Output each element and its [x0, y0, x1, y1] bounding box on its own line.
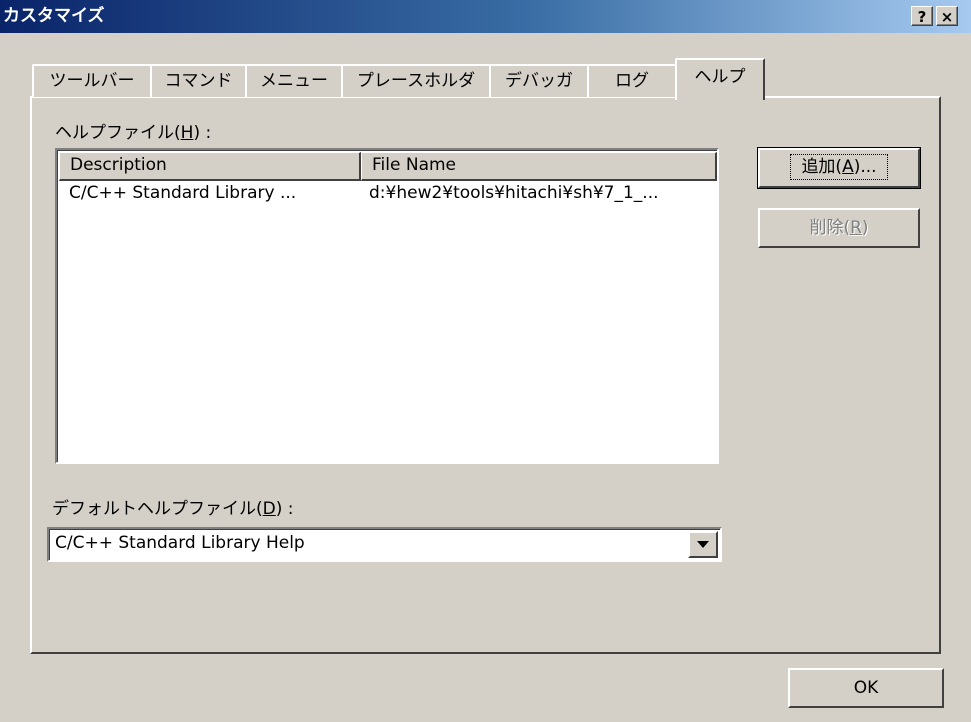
help-files-list[interactable]: Description File Name C/C++ Standard Lib…: [55, 148, 719, 464]
help-files-label: ヘルプファイル(H) :: [55, 123, 212, 143]
tab-debugger[interactable]: デバッガ: [489, 64, 589, 97]
ok-button[interactable]: OK: [788, 668, 944, 708]
close-button[interactable]: ×: [936, 6, 958, 26]
column-description[interactable]: Description: [59, 152, 361, 181]
cell-description: C/C++ Standard Library ...: [69, 183, 297, 203]
cell-file-name: d:¥hew2¥tools¥hitachi¥sh¥7_1_...: [369, 183, 659, 203]
list-header: Description File Name: [59, 152, 717, 181]
tab-help[interactable]: ヘルプ: [675, 58, 765, 100]
tab-log[interactable]: ログ: [587, 64, 677, 97]
tab-toolbar[interactable]: ツールバー: [32, 64, 152, 97]
help-button[interactable]: ?: [911, 6, 933, 26]
window-title: カスタマイズ: [3, 6, 105, 26]
default-help-select[interactable]: C/C++ Standard Library Help: [47, 527, 722, 562]
dropdown-arrow-icon[interactable]: [688, 531, 718, 558]
tab-placeholder[interactable]: プレースホルダ: [341, 64, 491, 97]
default-help-label: デフォルトヘルプファイル(D) :: [52, 499, 294, 519]
tab-menu[interactable]: メニュー: [245, 64, 343, 97]
add-button[interactable]: 追加(A)...: [757, 147, 921, 189]
title-bar: カスタマイズ ? ×: [0, 0, 971, 33]
list-item[interactable]: C/C++ Standard Library ... d:¥hew2¥tools…: [59, 182, 709, 206]
delete-button[interactable]: 削除(R): [758, 208, 920, 248]
default-help-value: C/C++ Standard Library Help: [55, 533, 305, 553]
tab-command[interactable]: コマンド: [150, 64, 247, 97]
column-file-name[interactable]: File Name: [361, 152, 717, 181]
